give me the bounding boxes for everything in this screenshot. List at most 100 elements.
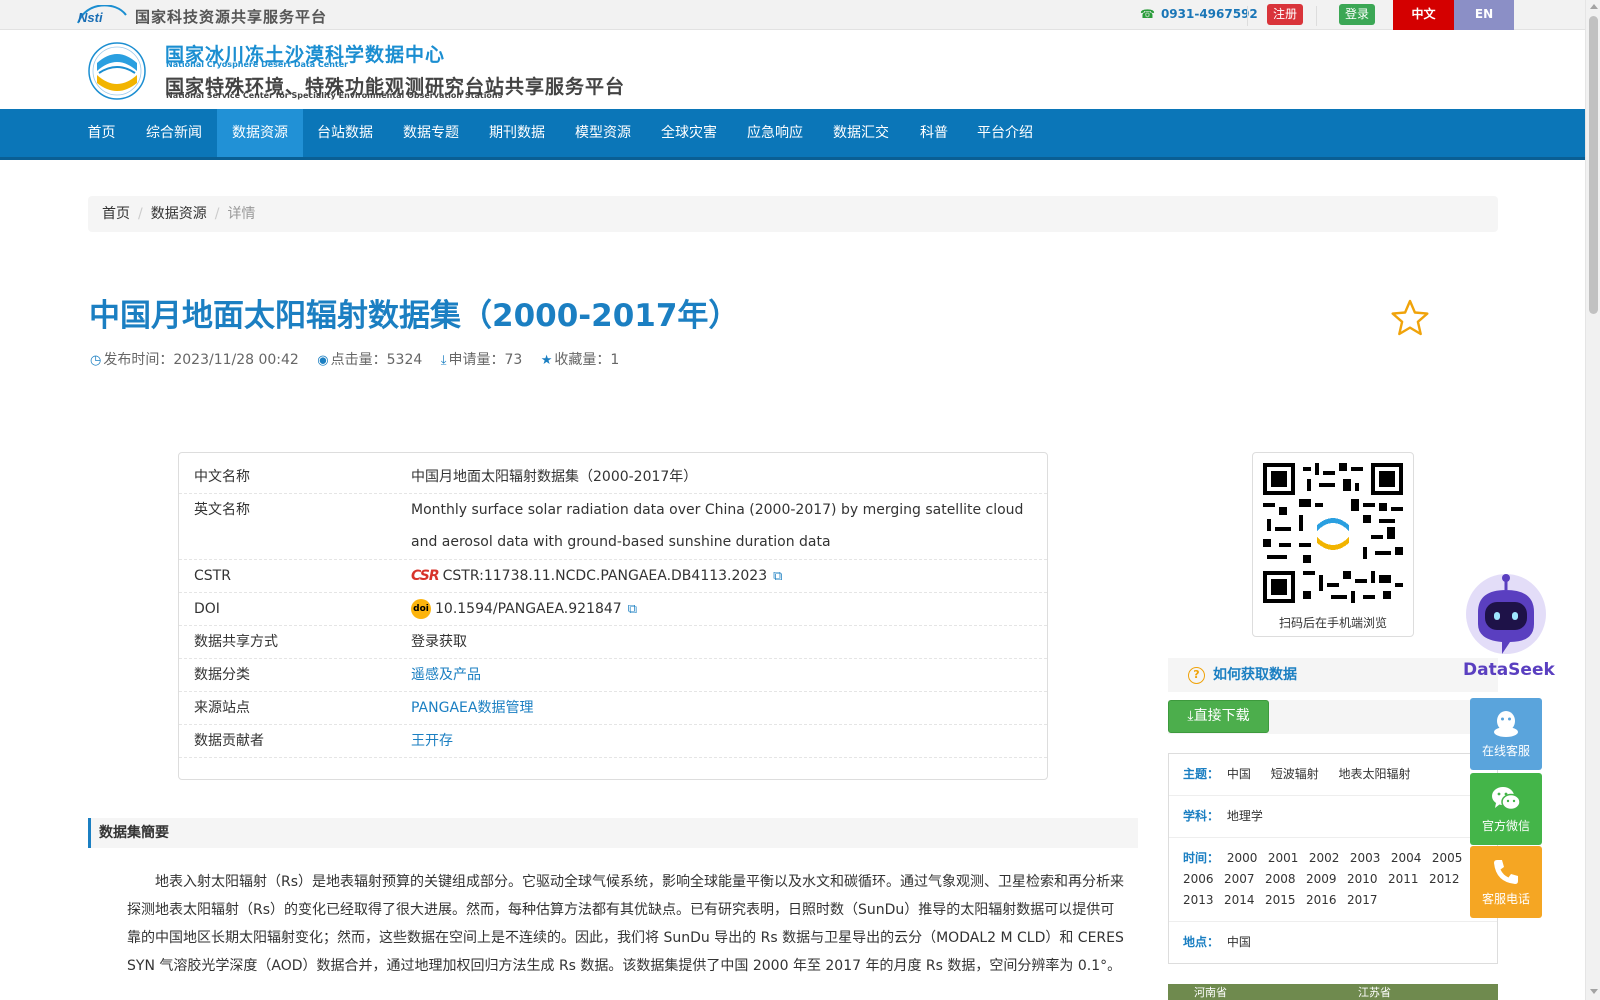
how-to-get-data-label: 如何获取数据: [1213, 667, 1297, 683]
info-label: 中文名称: [194, 469, 250, 485]
breadcrumb-separator: /: [214, 206, 220, 222]
year-tag[interactable]: 2007: [1224, 869, 1265, 890]
year-tag[interactable]: 2011: [1388, 869, 1429, 890]
data-center-title-en: National Cryosphere Desert Data Center: [166, 60, 349, 69]
info-row-en-name: 英文名称 Monthly surface solar radiation dat…: [179, 494, 1047, 560]
info-label: CSTR: [194, 568, 231, 584]
keyword-time-row: 时间： 2000 2001 2002 2003 2004 2005 2006 2007 2008…: [1169, 838, 1497, 922]
nav-item-global-disasters[interactable]: 全球灾害: [654, 109, 724, 157]
register-button[interactable]: 注册: [1267, 4, 1303, 25]
year-tag[interactable]: 2012: [1429, 869, 1470, 890]
keyword-label: 时间：: [1183, 851, 1220, 865]
language-chinese-button[interactable]: 中文: [1393, 0, 1454, 30]
official-wechat-button[interactable]: 官方微信: [1470, 773, 1542, 845]
divider: [1247, 6, 1248, 26]
breadcrumb-home[interactable]: 首页: [102, 206, 130, 222]
applies-count: 73: [504, 352, 523, 368]
nsti-logo[interactable]: Nsti: [76, 5, 128, 25]
svg-text:Nsti: Nsti: [78, 10, 103, 25]
nav-item-station-data[interactable]: 台站数据: [310, 109, 380, 157]
info-label: 英文名称: [194, 502, 250, 518]
year-tag[interactable]: 2010: [1347, 869, 1388, 890]
year-tag[interactable]: 2008: [1265, 869, 1306, 890]
question-icon: ?: [1188, 667, 1205, 684]
keyword-tag[interactable]: 中国: [1227, 764, 1251, 785]
how-to-get-data-heading[interactable]: ? 如何获取数据: [1168, 658, 1498, 692]
scrollbar-thumb[interactable]: [1589, 16, 1598, 314]
nav-item-about[interactable]: 平台介绍: [970, 109, 1040, 157]
breadcrumb-data-resources[interactable]: 数据资源: [151, 206, 207, 222]
clicks-label: 点击量：: [330, 352, 387, 368]
dataset-info-table: 中文名称 中国月地面太阳辐射数据集（2000-2017年） 英文名称 Month…: [178, 452, 1048, 780]
phone-icon: ☎: [1140, 7, 1155, 21]
doi-link[interactable]: 10.1594/PANGAEA.921847: [435, 601, 622, 617]
year-tag[interactable]: 2005: [1432, 848, 1473, 869]
year-tag[interactable]: 2014: [1224, 890, 1265, 911]
official-wechat-label: 官方微信: [1481, 819, 1530, 833]
eye-icon: ◉: [317, 353, 329, 368]
scroll-down-arrow-icon[interactable]: [1590, 989, 1598, 994]
qq-icon: [1494, 711, 1518, 737]
location-map[interactable]: 河南省 江苏省: [1168, 984, 1498, 1000]
favs-count: 1: [610, 352, 620, 368]
year-tag[interactable]: 2000: [1227, 848, 1268, 869]
map-label: 河南省: [1194, 986, 1227, 999]
page-title: 中国月地面太阳辐射数据集（2000-2017年）: [89, 298, 740, 334]
station-link[interactable]: PANGAEA数据管理: [411, 700, 533, 716]
phone-call-icon: [1494, 860, 1518, 884]
clock-icon: ◷: [90, 353, 102, 368]
nav-item-science[interactable]: 科普: [912, 109, 956, 157]
nav-item-home[interactable]: 首页: [78, 109, 125, 157]
service-phone-button[interactable]: 客服电话: [1470, 846, 1542, 918]
info-row-cn-name: 中文名称 中国月地面太阳辐射数据集（2000-2017年）: [179, 461, 1047, 494]
year-tag[interactable]: 2002: [1309, 848, 1350, 869]
keyword-tag[interactable]: 中国: [1227, 935, 1251, 949]
breadcrumb-separator: /: [138, 206, 143, 222]
nav-item-data-submission[interactable]: 数据汇交: [826, 109, 896, 157]
year-tag[interactable]: 2013: [1183, 890, 1224, 911]
breadcrumb-current: 详情: [227, 206, 256, 222]
scroll-up-arrow-icon[interactable]: [1590, 4, 1598, 9]
nav-item-model-resources[interactable]: 模型资源: [568, 109, 638, 157]
keyword-tag[interactable]: 短波辐射: [1271, 764, 1319, 785]
year-tag[interactable]: 2006: [1183, 869, 1224, 890]
nav-item-data-topics[interactable]: 数据专题: [396, 109, 466, 157]
year-tag[interactable]: 2003: [1350, 848, 1391, 869]
favorite-star-icon[interactable]: [1390, 298, 1430, 338]
cstr-link[interactable]: CSTR:11738.11.NCDC.PANGAEA.DB4113.2023: [443, 568, 767, 584]
nav-item-data-resources[interactable]: 数据资源: [217, 109, 303, 157]
keyword-tag[interactable]: 地表太阳辐射: [1339, 764, 1411, 785]
download-icon: ⤓: [440, 353, 447, 368]
online-service-button[interactable]: 在线客服: [1470, 698, 1542, 770]
year-tag[interactable]: 2017: [1347, 890, 1388, 911]
platform-name[interactable]: 国家科技资源共享服务平台: [135, 6, 327, 27]
keyword-place-row: 地点： 中国: [1169, 922, 1497, 963]
year-tag[interactable]: 2001: [1268, 848, 1309, 869]
external-link-icon[interactable]: ⧉: [773, 569, 782, 584]
login-button[interactable]: 登录: [1339, 4, 1375, 25]
year-tag[interactable]: 2016: [1306, 890, 1347, 911]
dataseek-label[interactable]: DataSeek: [1463, 660, 1555, 680]
breadcrumb: 首页 / 数据资源 / 详情: [88, 196, 1498, 232]
keyword-tag[interactable]: 地理学: [1227, 809, 1263, 823]
nav-item-emergency-response[interactable]: 应急响应: [740, 109, 810, 157]
page-scrollbar[interactable]: [1585, 0, 1600, 1000]
keyword-label: 学科：: [1183, 809, 1220, 823]
data-center-logo[interactable]: [87, 41, 147, 101]
year-tag[interactable]: 2009: [1306, 869, 1347, 890]
language-english-button[interactable]: EN: [1454, 0, 1514, 30]
cstr-logo: CSR: [411, 568, 440, 584]
nav-item-journal-data[interactable]: 期刊数据: [482, 109, 552, 157]
info-row-share-mode: 数据共享方式 登录获取: [179, 626, 1047, 659]
category-link[interactable]: 遥感及产品: [411, 667, 481, 683]
info-label: 数据贡献者: [194, 733, 264, 749]
star-icon: ★: [540, 353, 553, 368]
info-row-doi: DOI doi 10.1594/PANGAEA.921847 ⧉: [179, 593, 1047, 626]
direct-download-button[interactable]: ⤓直接下载: [1168, 700, 1269, 733]
nav-item-news[interactable]: 综合新闻: [137, 109, 211, 157]
year-tag[interactable]: 2004: [1391, 848, 1432, 869]
info-row-category: 数据分类 遥感及产品: [179, 659, 1047, 692]
contributor-link[interactable]: 王开存: [411, 733, 453, 749]
external-link-icon[interactable]: ⧉: [628, 602, 637, 617]
year-tag[interactable]: 2015: [1265, 890, 1306, 911]
